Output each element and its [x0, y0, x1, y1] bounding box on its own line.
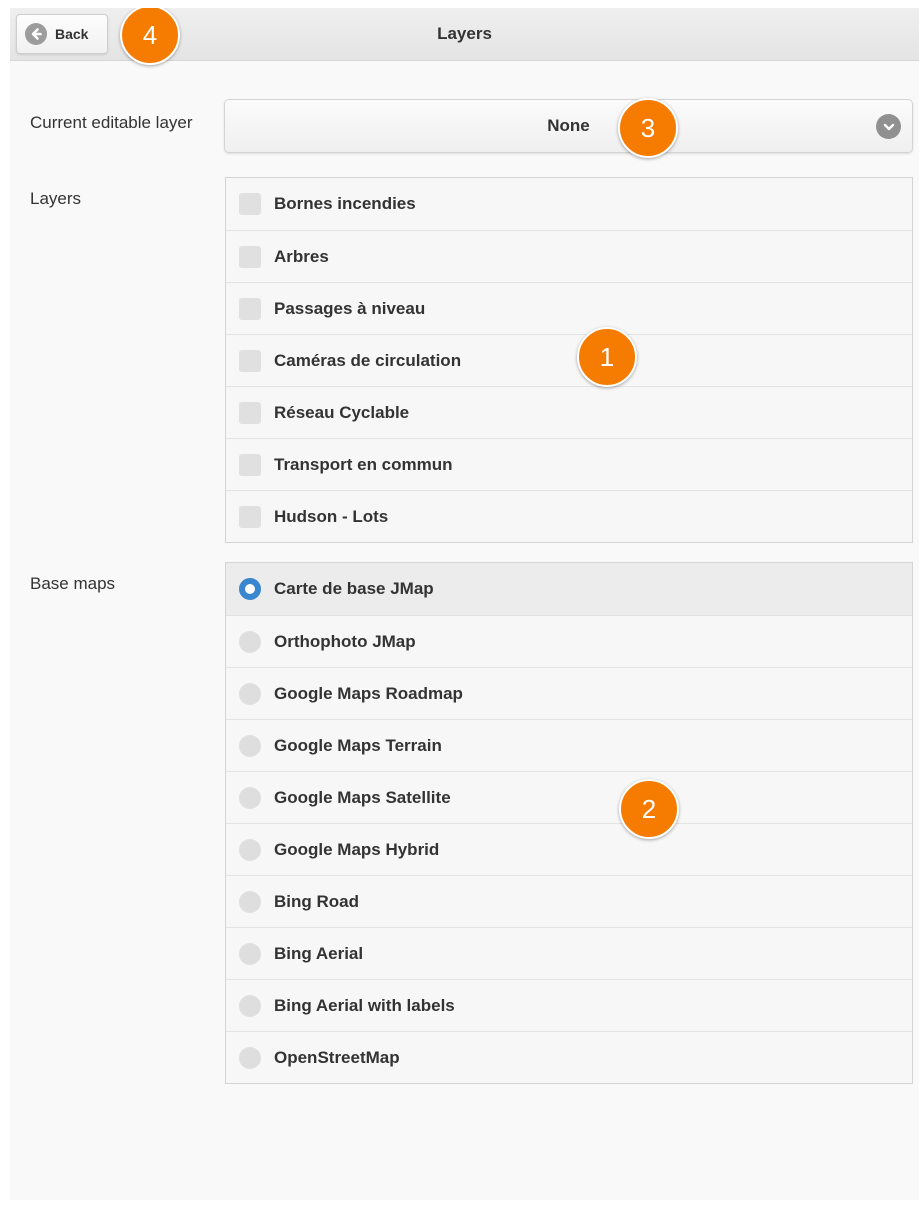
- base-map-row[interactable]: OpenStreetMap: [226, 1031, 912, 1083]
- chevron-down-icon: [876, 114, 901, 139]
- layer-checkbox[interactable]: [239, 349, 261, 372]
- layer-label: Passages à niveau: [274, 298, 426, 318]
- layers-label: Layers: [30, 189, 82, 208]
- layer-row[interactable]: Réseau Cyclable: [226, 386, 912, 438]
- layer-label: Hudson - Lots: [274, 506, 389, 526]
- base-map-label: OpenStreetMap: [274, 1047, 400, 1067]
- base-map-row[interactable]: Orthophoto JMap: [226, 615, 912, 667]
- editable-layer-select[interactable]: None: [224, 99, 913, 153]
- base-map-row[interactable]: Google Maps Satellite: [226, 771, 912, 823]
- base-map-row[interactable]: Bing Aerial: [226, 927, 912, 979]
- layer-checkbox[interactable]: [239, 245, 261, 268]
- layer-row[interactable]: Transport en commun: [226, 438, 912, 490]
- callout-marker-2: 2: [619, 779, 679, 839]
- base-map-label: Google Maps Terrain: [274, 735, 442, 755]
- layer-checkbox[interactable]: [239, 401, 261, 424]
- base-map-row[interactable]: Bing Road: [226, 875, 912, 927]
- base-map-radio[interactable]: [239, 578, 261, 600]
- back-button-label: Back: [55, 26, 89, 42]
- layer-checkbox[interactable]: [239, 193, 261, 215]
- base-map-radio[interactable]: [239, 1046, 261, 1069]
- layer-checkbox[interactable]: [239, 453, 261, 476]
- base-map-row[interactable]: Google Maps Roadmap: [226, 667, 912, 719]
- base-map-row[interactable]: Bing Aerial with labels: [226, 979, 912, 1031]
- base-map-label: Bing Aerial: [274, 943, 364, 963]
- base-map-row[interactable]: Carte de base JMap: [226, 563, 912, 615]
- base-map-label: Orthophoto JMap: [274, 631, 416, 651]
- base-map-label: Google Maps Satellite: [274, 787, 451, 807]
- base-map-row[interactable]: Google Maps Terrain: [226, 719, 912, 771]
- base-map-radio[interactable]: [239, 890, 261, 913]
- base-map-radio[interactable]: [239, 630, 261, 653]
- editable-layer-label: Current editable layer: [30, 113, 193, 132]
- base-map-radio[interactable]: [239, 786, 261, 809]
- base-map-radio[interactable]: [239, 734, 261, 757]
- base-map-label: Bing Aerial with labels: [274, 995, 455, 1015]
- layer-row[interactable]: Arbres: [226, 230, 912, 282]
- layer-label: Transport en commun: [274, 454, 453, 474]
- layer-checkbox[interactable]: [239, 505, 261, 528]
- layer-label: Réseau Cyclable: [274, 402, 410, 422]
- back-button[interactable]: Back: [16, 14, 108, 54]
- base-map-radio[interactable]: [239, 682, 261, 705]
- layer-label: Arbres: [274, 246, 329, 266]
- base-map-label: Carte de base JMap: [274, 579, 434, 598]
- base-map-radio[interactable]: [239, 838, 261, 861]
- layers-list: Bornes incendies Arbres Passages à niveau C…: [225, 177, 913, 543]
- callout-marker-3: 3: [618, 98, 678, 158]
- base-maps-list: Carte de base JMap Orthophoto JMap Google …: [225, 562, 913, 1084]
- layer-label: Bornes incendies: [274, 194, 416, 213]
- base-map-row[interactable]: Google Maps Hybrid: [226, 823, 912, 875]
- callout-marker-1: 1: [577, 327, 637, 387]
- base-map-radio[interactable]: [239, 994, 261, 1017]
- base-maps-label: Base maps: [30, 574, 116, 593]
- layer-row[interactable]: Passages à niveau: [226, 282, 912, 334]
- editable-layer-value: None: [547, 116, 590, 135]
- layer-label: Caméras de circulation: [274, 350, 462, 370]
- layer-row[interactable]: Hudson - Lots: [226, 490, 912, 542]
- layer-checkbox[interactable]: [239, 297, 261, 320]
- arrow-left-icon: [25, 23, 47, 45]
- base-map-radio[interactable]: [239, 942, 261, 965]
- layer-row[interactable]: Bornes incendies: [226, 178, 912, 230]
- base-map-label: Bing Road: [274, 891, 359, 911]
- layer-row[interactable]: Caméras de circulation: [226, 334, 912, 386]
- layers-panel: Layers Back 4 Current editable layer Non…: [10, 8, 919, 1200]
- base-map-label: Google Maps Hybrid: [274, 839, 440, 859]
- base-map-label: Google Maps Roadmap: [274, 683, 463, 703]
